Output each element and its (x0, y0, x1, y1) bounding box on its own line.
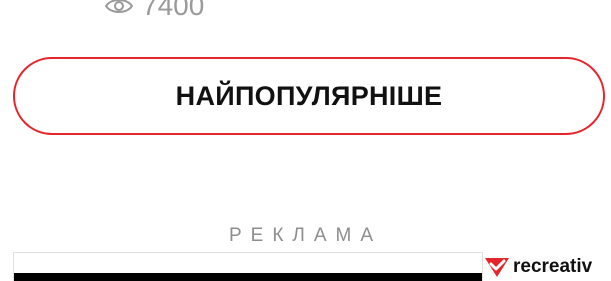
recreativ-brand-text: recreativ (513, 255, 593, 277)
page: 7400 НАЙПОПУЛЯРНІШЕ РЕКЛАМА recreativ (0, 0, 611, 281)
views-count: 7400 (142, 0, 205, 21)
advertisement-label: РЕКЛАМА (228, 225, 383, 246)
advertisement-banner-content (14, 273, 482, 281)
most-popular-button-label: НАЙПОПУЛЯРНІШЕ (175, 80, 443, 111)
advertisement-banner[interactable] (13, 252, 483, 281)
recreativ-brand-link[interactable]: recreativ (484, 252, 592, 281)
recreativ-logo-icon (484, 255, 510, 279)
views-counter: 7400 (104, 0, 204, 22)
eye-icon (104, 0, 134, 17)
most-popular-button[interactable]: НАЙПОПУЛЯРНІШЕ (13, 57, 605, 135)
